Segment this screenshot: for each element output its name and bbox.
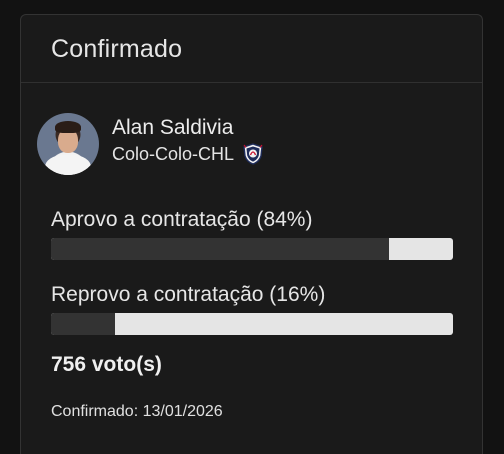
approve-bar-fill	[51, 238, 389, 260]
approve-label[interactable]: Aprovo a contratação (84%)	[51, 207, 455, 233]
reject-label[interactable]: Reprovo a contratação (16%)	[51, 282, 455, 308]
reject-block[interactable]: Reprovo a contratação (16%)	[51, 282, 455, 335]
transfer-card: Confirmado Alan Saldivia Colo-Colo-CHL A	[20, 14, 483, 454]
approve-bar[interactable]	[51, 238, 453, 260]
reject-bar[interactable]	[51, 313, 453, 335]
player-team-row: Colo-Colo-CHL	[112, 141, 264, 167]
player-row[interactable]: Alan Saldivia Colo-Colo-CHL	[37, 113, 264, 175]
avatar-hair	[55, 121, 81, 133]
player-avatar[interactable]	[37, 113, 99, 175]
player-team[interactable]: Colo-Colo-CHL	[112, 141, 234, 167]
player-name[interactable]: Alan Saldivia	[112, 115, 264, 141]
colo-colo-crest-icon	[243, 143, 263, 165]
card-header: Confirmado	[21, 15, 482, 83]
card-title: Confirmado	[51, 35, 183, 63]
approve-block[interactable]: Aprovo a contratação (84%)	[51, 207, 455, 260]
vote-count: 756 voto(s)	[51, 353, 162, 376]
player-info: Alan Saldivia Colo-Colo-CHL	[112, 115, 264, 167]
avatar-shirt	[45, 155, 91, 175]
reject-bar-fill	[51, 313, 116, 335]
confirmed-date: Confirmado: 13/01/2026	[51, 403, 223, 420]
